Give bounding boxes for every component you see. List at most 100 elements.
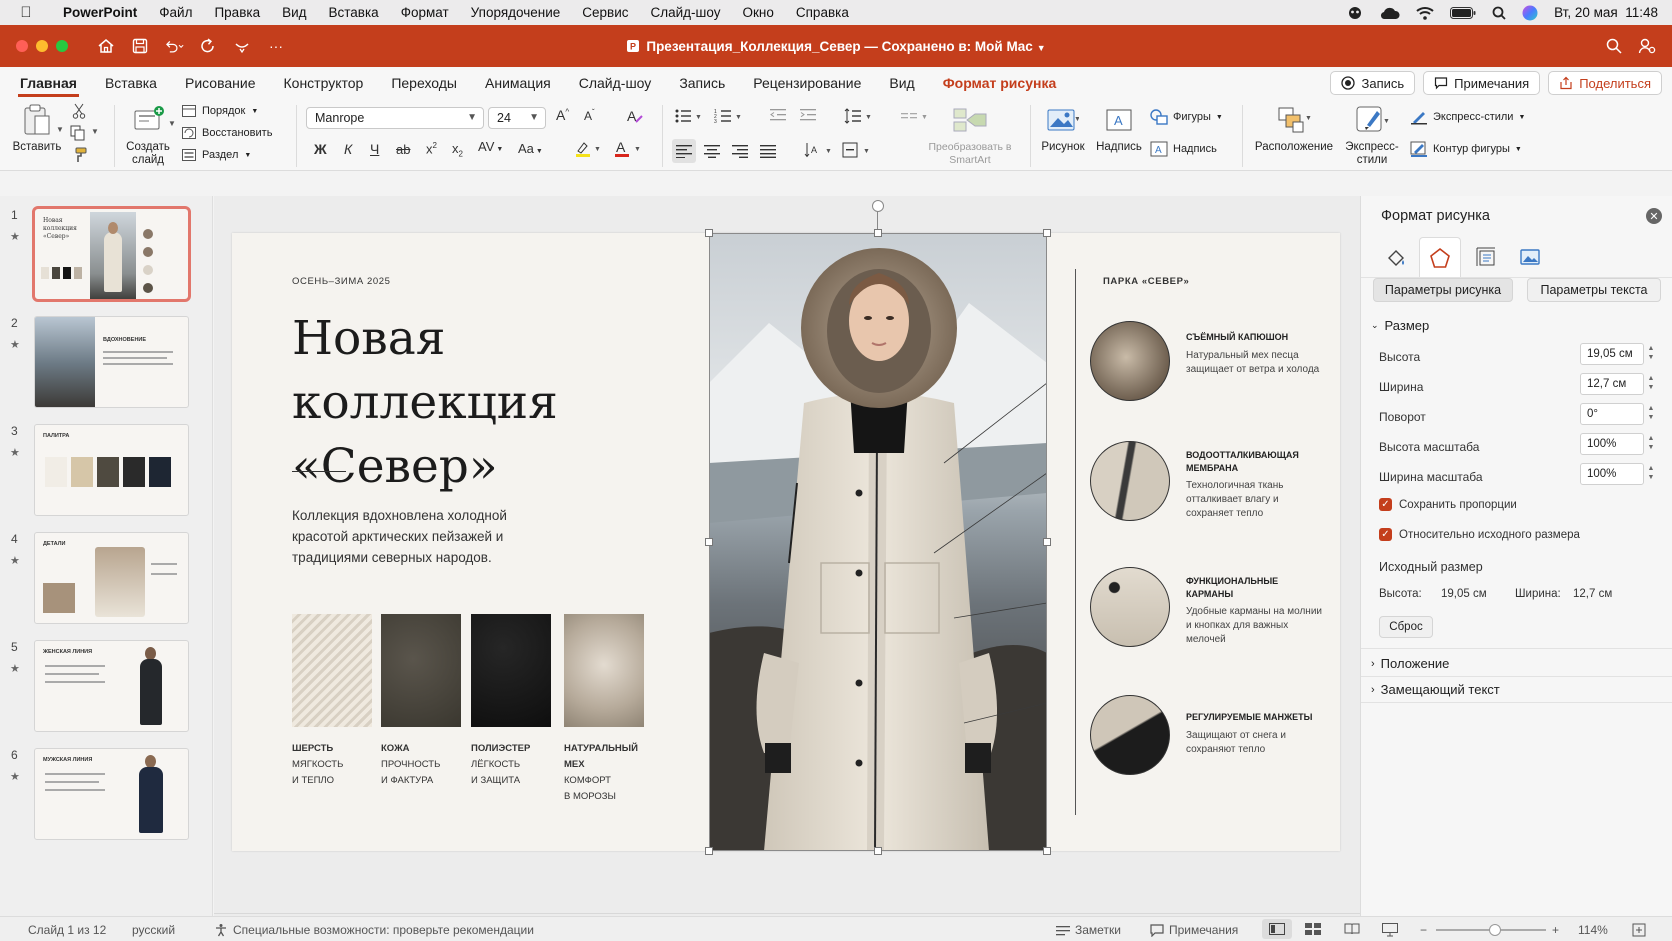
align-text-icon[interactable]: ▼ <box>842 141 872 162</box>
season-label[interactable]: ОСЕНЬ–ЗИМА 2025 <box>292 276 391 287</box>
thumbnail-row[interactable]: 3 ★ ПАЛИТРА <box>0 424 213 519</box>
menu-edit[interactable]: Правка <box>203 5 271 20</box>
width-field[interactable]: 12,7 см <box>1580 373 1644 395</box>
text-direction-icon[interactable]: A ▼ <box>804 141 834 162</box>
new-slide-button[interactable]: Создать слайд <box>122 103 174 167</box>
zoom-level[interactable]: 114% <box>1578 923 1608 937</box>
line-spacing-icon[interactable]: ▼ <box>844 107 874 128</box>
scale-height-stepper[interactable]: ▲ ▼ <box>1646 434 1656 452</box>
fit-to-window-icon[interactable] <box>1632 923 1646 940</box>
language-indicator[interactable]: русский <box>132 923 175 937</box>
chevron-down-icon[interactable]: ▼ <box>168 119 176 128</box>
arrange-button[interactable]: ▼ Расположение <box>1252 103 1336 154</box>
thumbnail-row[interactable]: 6 ★ МУЖСКАЯ ЛИНИЯ <box>0 748 213 843</box>
battery-icon[interactable] <box>1450 6 1476 19</box>
leather-swatch[interactable] <box>381 614 461 727</box>
font-size-combo[interactable]: 24 ▼ <box>488 107 546 129</box>
chevron-down-icon[interactable]: ▼ <box>91 127 99 136</box>
spotlight-search-icon[interactable] <box>1492 6 1506 20</box>
underline-button[interactable]: Ч <box>370 141 379 157</box>
change-case-button[interactable]: Aa ▼ <box>518 141 543 156</box>
slide-editor-canvas[interactable]: ОСЕНЬ–ЗИМА 2025 Новая коллекция «Север» … <box>214 196 1360 916</box>
tab-record[interactable]: Запись <box>665 67 739 99</box>
zoom-window-button[interactable] <box>56 40 68 52</box>
superscript-icon[interactable]: x2 <box>426 141 437 156</box>
copilot-status-icon[interactable] <box>1346 6 1364 20</box>
wool-swatch[interactable] <box>292 614 372 727</box>
tab-review[interactable]: Рецензирование <box>739 67 875 99</box>
thumbnail-row[interactable]: 1 ★ Новая коллекция «Север» <box>0 206 213 303</box>
decrease-indent-icon[interactable] <box>770 107 788 126</box>
tab-insert[interactable]: Вставка <box>91 67 171 99</box>
textbox-button[interactable]: A Надпись <box>1094 103 1144 154</box>
slide[interactable]: ОСЕНЬ–ЗИМА 2025 Новая коллекция «Север» … <box>232 200 1340 855</box>
alt-text-section-header[interactable]: › Замещающий текст <box>1371 682 1500 697</box>
tab-text-options[interactable]: Параметры текста <box>1527 278 1661 302</box>
menu-tools[interactable]: Сервис <box>571 5 639 20</box>
menu-app-name[interactable]: PowerPoint <box>52 5 148 20</box>
save-icon[interactable] <box>130 36 150 56</box>
search-icon[interactable] <box>1606 37 1622 55</box>
scale-width-stepper[interactable]: ▲ ▼ <box>1646 464 1656 482</box>
material-label[interactable]: НАТУРАЛЬНЫЙ МЕХ КОМФОРТ В МОРОЗЫ <box>564 741 664 805</box>
shape-outline-button[interactable]: Контур фигуры ▼ <box>1410 141 1522 157</box>
paste-button[interactable]: Вставить <box>12 103 62 154</box>
zoom-out-icon[interactable]: − <box>1420 923 1427 937</box>
menu-insert[interactable]: Вставка <box>318 5 390 20</box>
redo-icon[interactable] <box>198 36 218 56</box>
more-options-icon[interactable]: ··· <box>266 36 286 56</box>
share-button[interactable]: Поделиться <box>1548 71 1662 95</box>
detail-cuffs-image[interactable] <box>1090 695 1170 775</box>
menu-help[interactable]: Справка <box>785 5 860 20</box>
material-label[interactable]: ПОЛИЭСТЕР ЛЁГКОСТЬ И ЗАЩИТА <box>471 741 571 789</box>
picture-properties-icon[interactable] <box>1509 237 1551 277</box>
slide-thumbnail-1[interactable]: Новая коллекция «Север» <box>32 206 191 302</box>
section-button[interactable]: Раздел ▼ <box>182 149 251 161</box>
subscript-icon[interactable]: x2 <box>452 141 463 159</box>
thumbnail-row[interactable]: 5 ★ ЖЕНСКАЯ ЛИНИЯ <box>0 640 213 735</box>
lock-aspect-checkbox[interactable]: ✓ Сохранить пропорции <box>1379 498 1517 511</box>
accessibility-checker[interactable]: Специальные возможности: проверьте реком… <box>214 923 534 937</box>
reading-view-icon[interactable] <box>1344 923 1360 938</box>
chevron-down-icon[interactable]: ▼ <box>56 125 64 134</box>
account-settings-icon[interactable] <box>1638 37 1656 55</box>
model-photo[interactable] <box>709 233 1047 851</box>
character-spacing-icon[interactable]: AV ▼ <box>478 139 503 154</box>
close-pane-icon[interactable]: ✕ <box>1646 208 1662 224</box>
position-section-header[interactable]: › Положение <box>1371 656 1449 671</box>
font-name-combo[interactable]: Manrope ▼ <box>306 107 484 129</box>
resize-handle[interactable] <box>1043 538 1051 546</box>
numbering-icon[interactable]: 1 2 3 ▼ <box>714 107 744 128</box>
detail-description[interactable]: Удобные карманы на молнии и кнопках для … <box>1186 605 1326 647</box>
slide-thumbnail-4[interactable]: ДЕТАЛИ <box>34 532 189 624</box>
highlight-color-icon[interactable]: ▼ <box>574 139 604 162</box>
tab-picture-format[interactable]: Формат рисунка <box>929 67 1071 99</box>
slide-thumbnail-5[interactable]: ЖЕНСКАЯ ЛИНИЯ <box>34 640 189 732</box>
detail-pockets-image[interactable] <box>1090 567 1170 647</box>
apple-logo-icon[interactable]:  <box>0 4 52 21</box>
wifi-icon[interactable] <box>1416 6 1434 20</box>
detail-hood-image[interactable] <box>1090 321 1170 401</box>
size-properties-icon[interactable] <box>1465 237 1507 277</box>
detail-membrane-image[interactable] <box>1090 441 1170 521</box>
increase-indent-icon[interactable] <box>800 107 818 126</box>
resize-handle[interactable] <box>705 538 713 546</box>
menu-view[interactable]: Вид <box>271 5 317 20</box>
resize-handle[interactable] <box>705 847 713 855</box>
italic-button[interactable]: К <box>344 141 352 157</box>
thumbnail-row[interactable]: 2 ★ ВДОХНОВЕНИЕ <box>0 316 213 411</box>
close-window-button[interactable] <box>16 40 28 52</box>
detail-description[interactable]: Технологичная ткань отталкивает влагу и … <box>1186 479 1326 521</box>
increase-font-size-icon[interactable]: A^ <box>556 107 569 123</box>
strikethrough-icon[interactable]: ab <box>396 142 410 157</box>
scale-height-field[interactable]: 100% <box>1580 433 1644 455</box>
align-right-icon[interactable] <box>732 144 748 161</box>
resize-handle[interactable] <box>1043 229 1051 237</box>
effects-icon[interactable] <box>1419 237 1461 277</box>
tab-home[interactable]: Главная <box>6 67 91 99</box>
tab-picture-options[interactable]: Параметры рисунка <box>1373 278 1513 302</box>
menu-window[interactable]: Окно <box>732 5 785 20</box>
resize-handle[interactable] <box>874 847 882 855</box>
fill-line-icon[interactable] <box>1375 237 1417 277</box>
height-field[interactable]: 19,05 см <box>1580 343 1644 365</box>
